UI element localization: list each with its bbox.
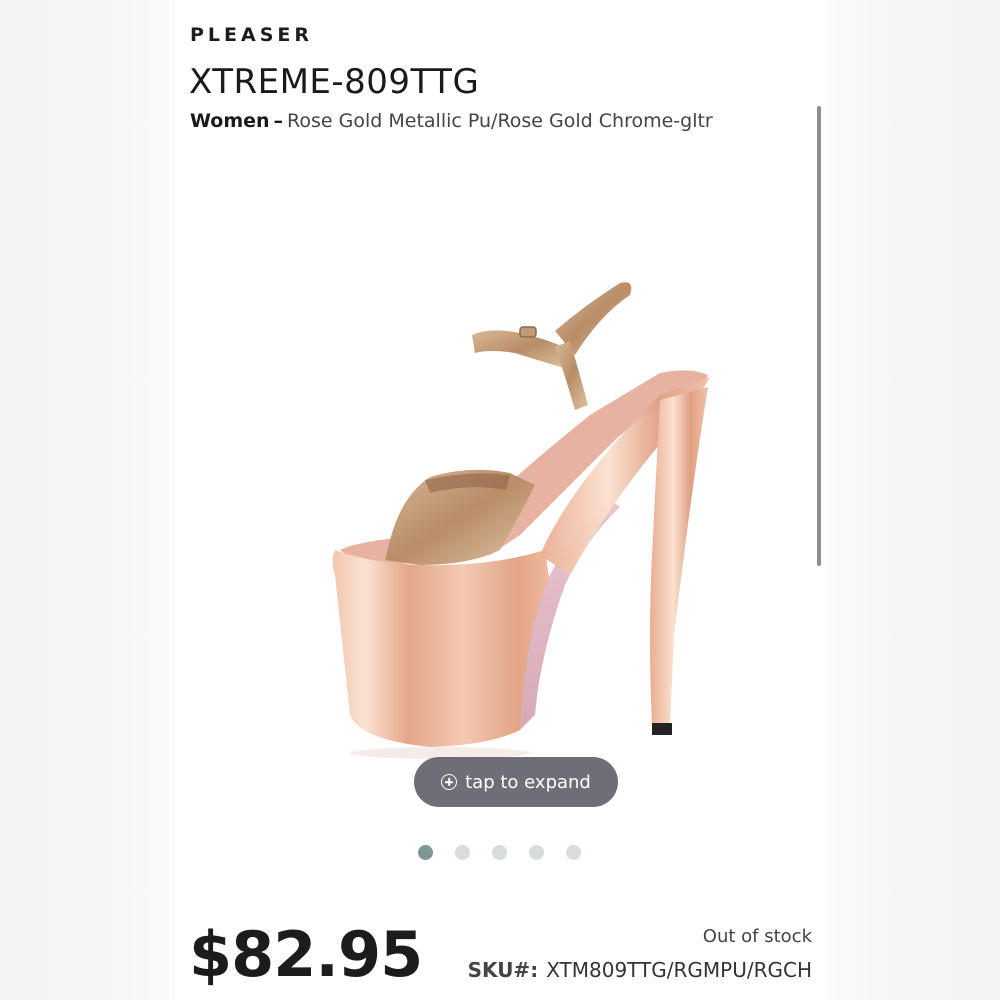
sku-label: SKU#: — [467, 958, 539, 982]
gallery-dot-1[interactable] — [418, 845, 433, 860]
product-image-gallery[interactable]: tap to expand — [190, 155, 810, 820]
product-title: XTREME-809TTG — [189, 62, 480, 102]
product-subtitle: Women – Rose Gold Metallic Pu/Rose Gold Ch… — [190, 110, 713, 132]
sku-value: XTM809TTG/RGMPU/RGCH — [546, 958, 812, 982]
gallery-dot-2[interactable] — [455, 845, 470, 860]
gallery-dot-5[interactable] — [566, 845, 581, 860]
plus-circle-icon — [441, 774, 458, 790]
gallery-pagination — [418, 845, 581, 860]
gender-label: Women — [190, 110, 270, 132]
scrollbar[interactable] — [817, 106, 821, 566]
left-backdrop — [0, 0, 175, 1000]
subtitle-separator: – — [273, 110, 284, 132]
right-backdrop — [828, 0, 1000, 1000]
stock-status: Out of stock — [702, 926, 812, 947]
price: $82.95 — [189, 918, 423, 991]
expand-label: tap to expand — [465, 771, 591, 793]
gallery-dot-4[interactable] — [529, 845, 544, 860]
variant-label: Rose Gold Metallic Pu/Rose Gold Chrome-g… — [287, 110, 713, 132]
product-image — [332, 282, 710, 759]
gallery-dot-3[interactable] — [492, 845, 507, 860]
brand-name[interactable]: PLEASER — [190, 24, 313, 46]
product-page: PLEASER XTREME-809TTG Women – Rose Gold Me… — [175, 0, 828, 1000]
sku-line: SKU#: XTM809TTG/RGMPU/RGCH — [468, 958, 812, 982]
tap-to-expand-button[interactable]: tap to expand — [414, 757, 618, 807]
